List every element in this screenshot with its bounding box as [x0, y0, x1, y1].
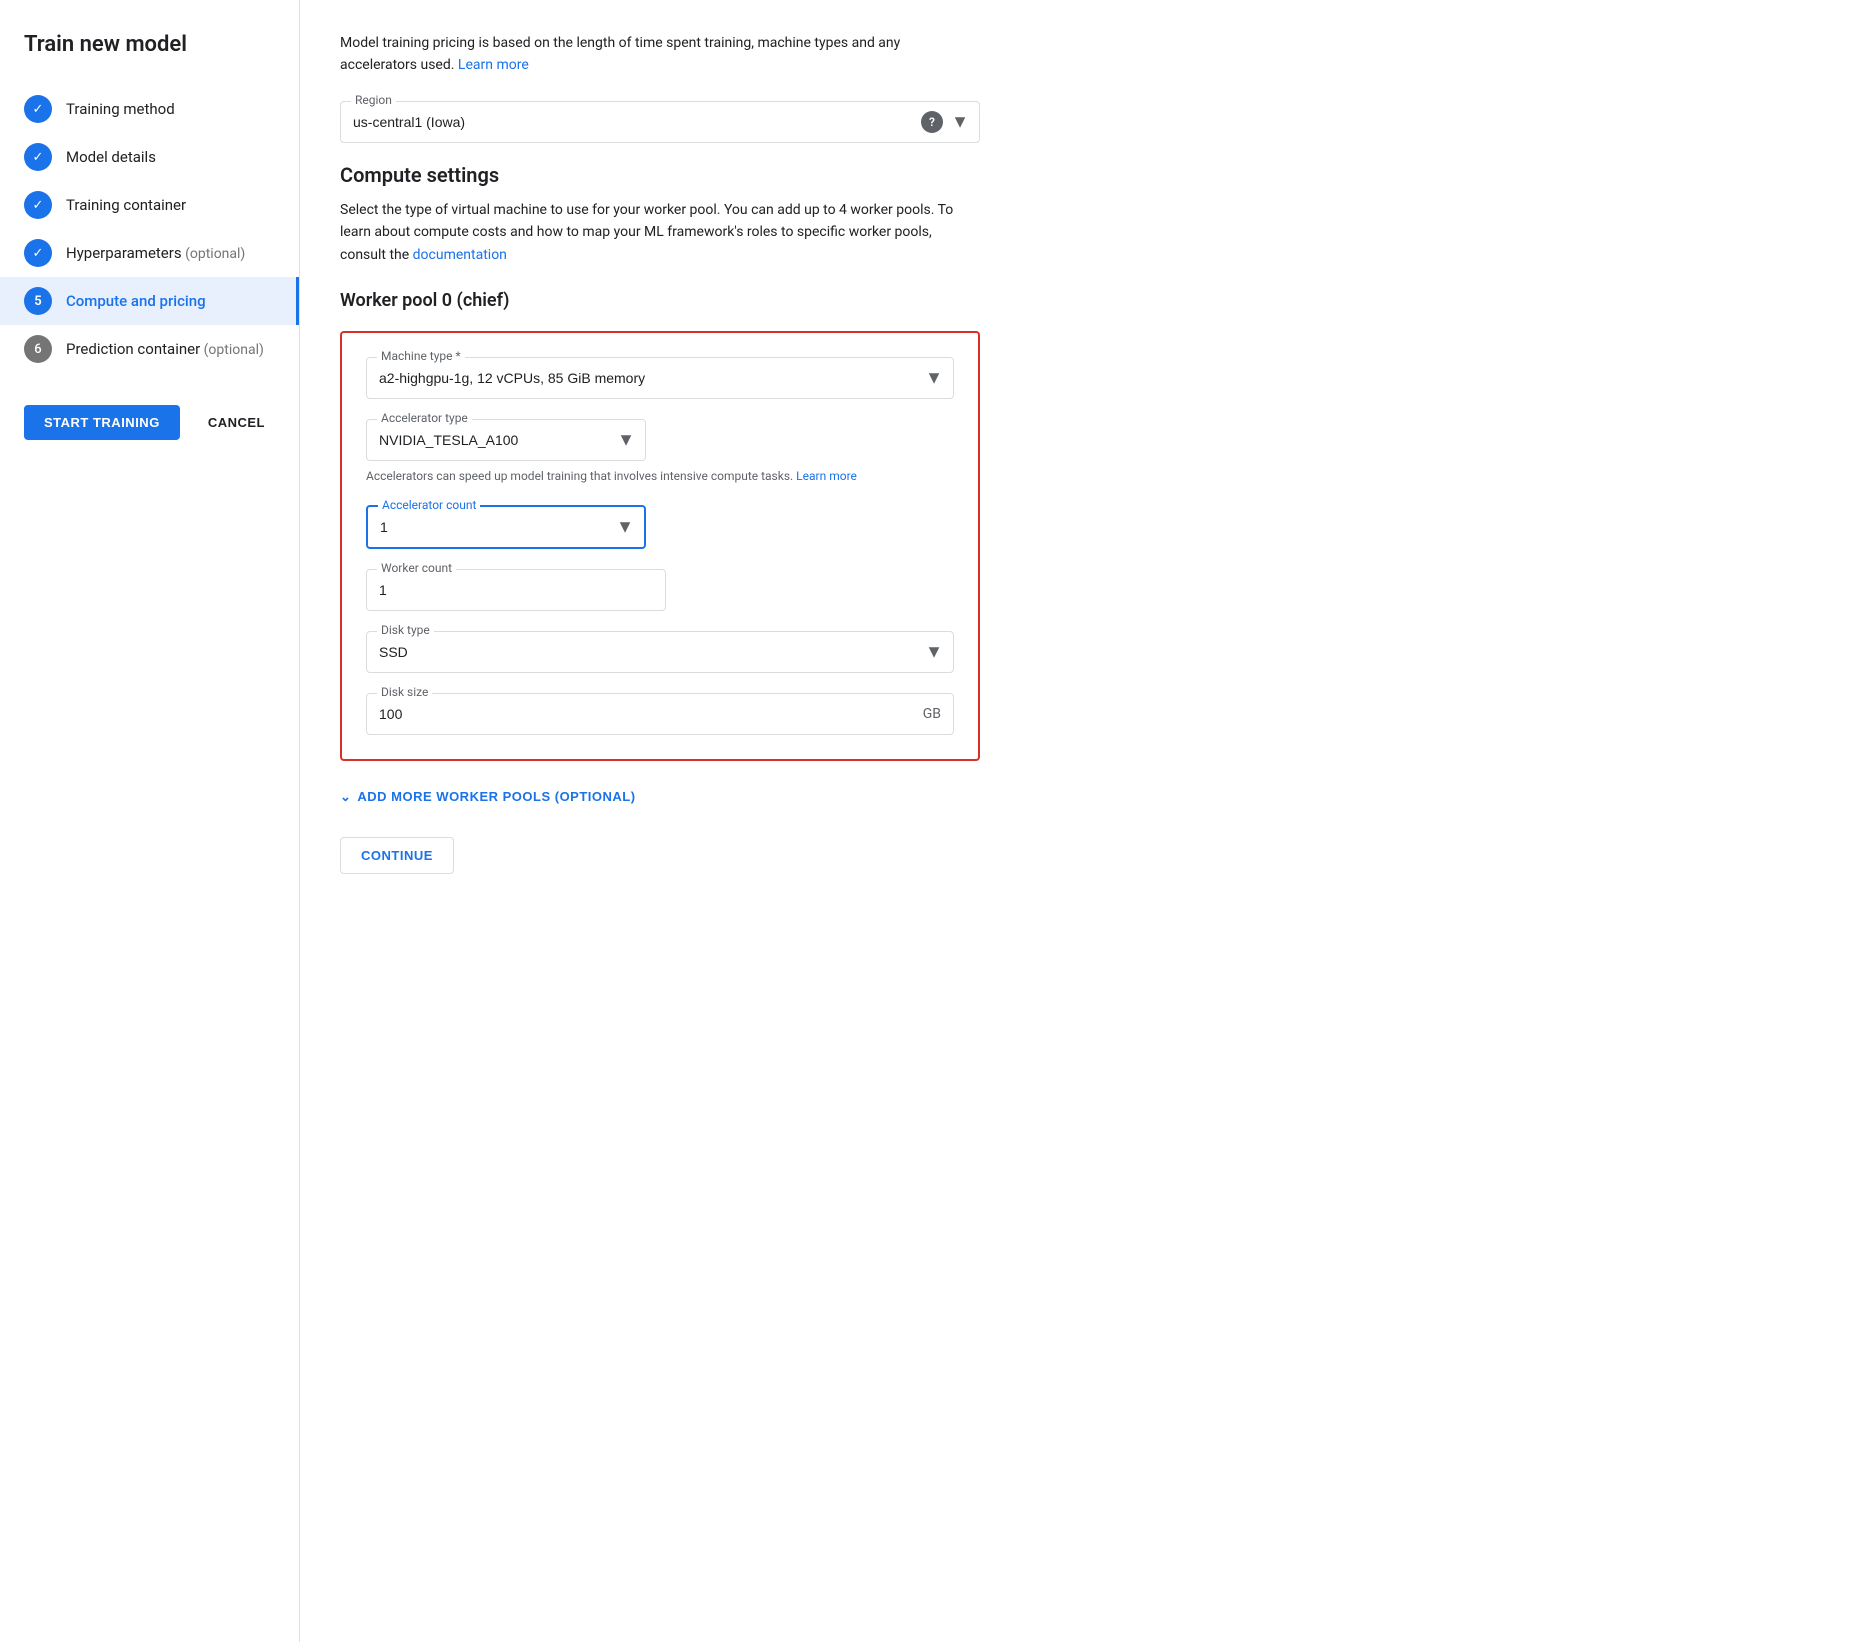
accelerator-count-select-wrapper: Accelerator count 1 ▼: [366, 505, 646, 549]
start-training-button[interactable]: START TRAINING: [24, 405, 180, 440]
compute-settings-title: Compute settings: [340, 163, 1830, 187]
step-label-model-details: Model details: [66, 148, 156, 166]
disk-size-label: Disk size: [377, 685, 432, 699]
pricing-note: Model training pricing is based on the l…: [340, 32, 980, 77]
disk-type-field: Disk type SSD ▼: [366, 631, 954, 673]
accelerator-count-select[interactable]: 1: [368, 507, 644, 547]
disk-size-input[interactable]: [367, 694, 953, 734]
disk-size-field: Disk size GB: [366, 693, 954, 735]
accelerator-help-text: Accelerators can speed up model training…: [366, 467, 954, 485]
step-circle-compute-pricing: 5: [24, 287, 52, 315]
disk-size-suffix: GB: [923, 706, 941, 722]
step-label-training-container: Training container: [66, 196, 186, 214]
disk-size-input-wrapper: Disk size GB: [366, 693, 954, 735]
documentation-link[interactable]: documentation: [413, 247, 507, 263]
worker-count-input[interactable]: [367, 570, 665, 610]
machine-type-label: Machine type *: [377, 349, 465, 363]
action-buttons: START TRAINING CANCEL: [24, 405, 299, 440]
step-circle-hyperparameters: ✓: [24, 239, 52, 267]
machine-type-select-wrapper: Machine type * a2-highgpu-1g, 12 vCPUs, …: [366, 357, 954, 399]
disk-type-select[interactable]: SSD: [367, 632, 953, 672]
accelerator-type-field: Accelerator type NVIDIA_TESLA_A100 ▼ Acc…: [366, 419, 954, 485]
sidebar: Train new model ✓ Training method ✓ Mode…: [0, 0, 300, 1642]
worker-count-field: Worker count: [366, 569, 954, 611]
step-circle-model-details: ✓: [24, 143, 52, 171]
step-label-training-method: Training method: [66, 100, 175, 118]
step-circle-training-container: ✓: [24, 191, 52, 219]
continue-button[interactable]: CONTINUE: [340, 837, 454, 874]
step-circle-prediction-container: 6: [24, 335, 52, 363]
region-select-wrapper: Region us-central1 (Iowa) ▼ ?: [340, 101, 980, 143]
page-title: Train new model: [24, 32, 299, 57]
machine-type-field: Machine type * a2-highgpu-1g, 12 vCPUs, …: [366, 357, 954, 399]
accelerator-type-label: Accelerator type: [377, 411, 472, 425]
region-label: Region: [351, 93, 396, 107]
region-select[interactable]: us-central1 (Iowa): [341, 102, 979, 142]
region-field: Region us-central1 (Iowa) ▼ ?: [340, 101, 980, 143]
accelerator-type-select[interactable]: NVIDIA_TESLA_A100: [367, 420, 645, 460]
worker-pool-title: Worker pool 0 (chief): [340, 290, 1830, 311]
accelerator-learn-more-link[interactable]: Learn more: [796, 469, 857, 483]
machine-type-select[interactable]: a2-highgpu-1g, 12 vCPUs, 85 GiB memory: [367, 358, 953, 398]
chevron-down-icon: ⌄: [340, 789, 351, 805]
sidebar-item-training-container[interactable]: ✓ Training container: [24, 181, 299, 229]
accelerator-count-label: Accelerator count: [378, 498, 480, 512]
compute-settings-desc: Select the type of virtual machine to us…: [340, 199, 980, 266]
sidebar-item-prediction-container[interactable]: 6 Prediction container (optional): [24, 325, 299, 373]
worker-pool-card: Machine type * a2-highgpu-1g, 12 vCPUs, …: [340, 331, 980, 761]
sidebar-item-hyperparameters[interactable]: ✓ Hyperparameters (optional): [24, 229, 299, 277]
region-help-icon[interactable]: ?: [921, 111, 943, 133]
step-label-hyperparameters: Hyperparameters (optional): [66, 244, 245, 262]
step-label-compute-pricing: Compute and pricing: [66, 292, 206, 310]
sidebar-item-training-method[interactable]: ✓ Training method: [24, 85, 299, 133]
worker-count-label: Worker count: [377, 561, 456, 575]
worker-count-input-wrapper: Worker count: [366, 569, 666, 611]
main-content: Model training pricing is based on the l…: [300, 0, 1870, 1642]
accelerator-count-field: Accelerator count 1 ▼: [366, 505, 954, 549]
learn-more-link[interactable]: Learn more: [458, 57, 529, 73]
step-label-prediction-container: Prediction container (optional): [66, 340, 264, 358]
disk-type-label: Disk type: [377, 623, 434, 637]
accelerator-type-select-wrapper: Accelerator type NVIDIA_TESLA_A100 ▼: [366, 419, 646, 461]
add-worker-pools-button[interactable]: ⌄ ADD MORE WORKER POOLS (OPTIONAL): [340, 789, 636, 805]
sidebar-item-model-details[interactable]: ✓ Model details: [24, 133, 299, 181]
cancel-button[interactable]: CANCEL: [196, 405, 277, 440]
sidebar-item-compute-pricing[interactable]: 5 Compute and pricing: [0, 277, 299, 325]
step-circle-training-method: ✓: [24, 95, 52, 123]
disk-type-select-wrapper: Disk type SSD ▼: [366, 631, 954, 673]
